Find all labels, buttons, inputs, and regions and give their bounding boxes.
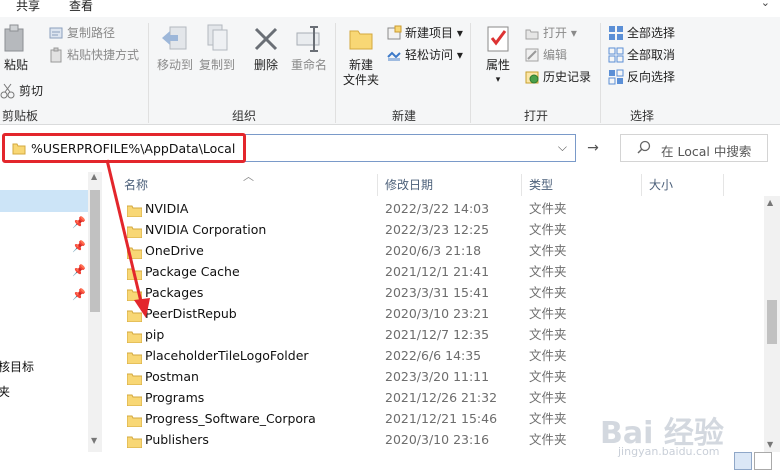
- annotation-arrow: [105, 159, 150, 318]
- large-icons-view-icon[interactable]: [754, 452, 772, 470]
- details-view-icon[interactable]: [734, 452, 752, 470]
- watermark-url: jingyan.baidu.com: [618, 445, 720, 458]
- view-toggle: [734, 452, 778, 472]
